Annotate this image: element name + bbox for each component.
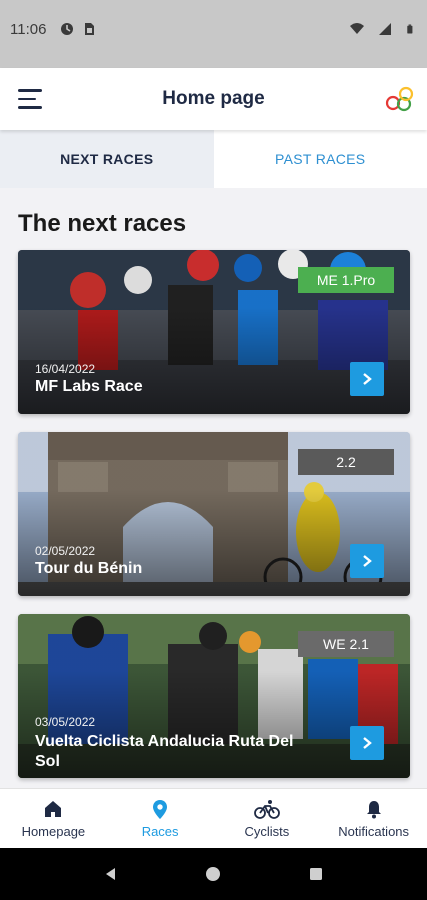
race-date: 16/04/2022 <box>35 362 96 376</box>
bicycle-icon <box>253 800 280 819</box>
hamburger-menu-icon[interactable] <box>18 89 44 109</box>
nav-races[interactable]: Races <box>107 789 214 848</box>
race-name: Vuelta Ciclista Andalucia Ruta Del Sol <box>35 733 294 770</box>
colored-rings-logo <box>385 86 414 112</box>
battery-icon <box>407 24 413 34</box>
race-category-badge: 2.2 <box>298 449 394 475</box>
tab-next-races[interactable]: NEXT RACES <box>0 130 214 188</box>
race-name: Tour du Bénin <box>35 560 143 577</box>
signal-icon <box>379 23 391 35</box>
bottom-navigation: Homepage Races Cyclists Notifications <box>0 788 427 848</box>
app-header: Home page <box>0 68 427 130</box>
status-bar: 11:06 <box>0 0 427 58</box>
race-card[interactable]: 2.2 02/05/2022 Tour du Bénin <box>18 432 410 596</box>
status-gap <box>0 58 427 68</box>
nav-cyclists[interactable]: Cyclists <box>214 789 321 848</box>
bell-icon <box>366 801 381 819</box>
race-category-badge: ME 1.Pro <box>298 267 394 293</box>
nav-notifications[interactable]: Notifications <box>320 789 427 848</box>
chevron-right-icon <box>363 555 372 567</box>
back-icon[interactable] <box>103 866 119 882</box>
page-title: Home page <box>162 88 265 109</box>
recents-icon[interactable] <box>308 866 324 882</box>
open-race-button[interactable] <box>350 362 384 396</box>
race-name: MF Labs Race <box>35 378 143 395</box>
nav-label: Races <box>141 824 179 839</box>
home-circle-icon[interactable] <box>205 866 221 882</box>
sim-card-icon <box>85 23 95 35</box>
nav-label: Homepage <box>21 824 86 839</box>
chevron-right-icon <box>363 373 372 385</box>
race-date: 03/05/2022 <box>35 715 96 729</box>
nav-label: Cyclists <box>244 824 290 839</box>
tab-past-races[interactable]: PAST RACES <box>213 130 427 188</box>
race-category-badge: WE 2.1 <box>298 631 394 657</box>
location-pin-icon <box>153 800 168 819</box>
race-date: 02/05/2022 <box>35 544 96 558</box>
race-tabs: NEXT RACES PAST RACES <box>0 130 427 188</box>
nav-label: Notifications <box>338 824 410 839</box>
race-card[interactable]: ME 1.Pro 16/04/2022 MF Labs Race <box>18 250 410 414</box>
open-race-button[interactable] <box>350 726 384 760</box>
home-icon <box>45 801 62 817</box>
section-title: The next races <box>18 210 187 237</box>
wifi-icon <box>350 23 364 34</box>
data-saver-icon <box>61 23 74 35</box>
race-card[interactable]: WE 2.1 03/05/2022 Vuelta Ciclista Andalu… <box>18 614 410 778</box>
status-time: 11:06 <box>10 20 47 38</box>
nav-homepage[interactable]: Homepage <box>0 789 107 848</box>
system-navigation-bar <box>0 848 427 900</box>
chevron-right-icon <box>363 737 372 749</box>
open-race-button[interactable] <box>350 544 384 578</box>
